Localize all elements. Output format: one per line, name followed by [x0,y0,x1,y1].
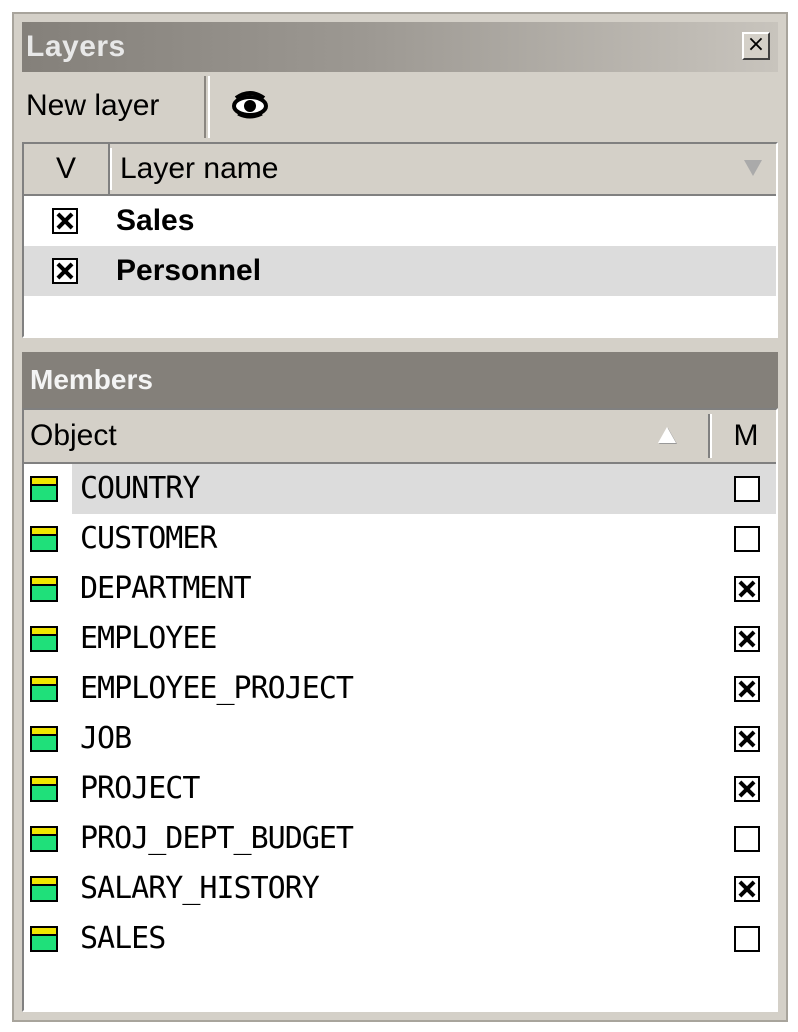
layers-title: Layers [26,30,126,63]
member-name: PROJ_DEPT_BUDGET [80,821,354,856]
member-name: CUSTOMER [80,521,217,556]
member-checkbox[interactable] [734,776,760,802]
close-button[interactable]: × [742,32,770,60]
member-checkbox[interactable] [734,476,760,502]
layer-visible-checkbox[interactable] [52,258,78,284]
table-icon [30,526,58,552]
member-checkbox[interactable] [734,676,760,702]
member-checkbox[interactable] [734,926,760,952]
table-icon [30,476,58,502]
member-name: EMPLOYEE [80,621,217,656]
table-icon [30,626,58,652]
member-name: SALES [80,921,166,956]
member-row[interactable]: SALES [24,914,776,964]
member-checkbox[interactable] [734,626,760,652]
member-checkbox[interactable] [734,726,760,752]
member-name: JOB [80,721,132,756]
member-row[interactable]: CUSTOMER [24,514,776,564]
column-header-layer-name[interactable]: Layer name [120,144,278,194]
sort-down-icon[interactable] [744,160,762,176]
members-header: Members [22,352,778,408]
layer-name: Sales [116,204,195,237]
table-icon [30,876,58,902]
table-icon [30,676,58,702]
table-icon [30,776,58,802]
member-row[interactable]: COUNTRY [24,464,776,514]
new-layer-button[interactable]: New layer [26,78,159,134]
layer-row[interactable]: Personnel [24,246,776,296]
member-name: EMPLOYEE_PROJECT [80,671,354,706]
member-grid-header: Object M [24,410,776,464]
table-icon [30,726,58,752]
member-checkbox[interactable] [734,826,760,852]
member-grid: Object M COUNTRY CUSTOMER DEPARTMENT EMP… [22,408,778,1012]
layer-visible-checkbox[interactable] [52,208,78,234]
member-name: DEPARTMENT [80,571,252,606]
member-row[interactable]: PROJ_DEPT_BUDGET [24,814,776,864]
column-header-member[interactable]: M [714,410,776,462]
member-name: COUNTRY [80,471,200,506]
table-icon [30,826,58,852]
member-name: SALARY_HISTORY [80,871,320,906]
layer-name: Personnel [116,254,262,287]
eye-icon [232,91,268,119]
close-icon: × [746,32,766,57]
member-row[interactable]: EMPLOYEE [24,614,776,664]
table-icon [30,926,58,952]
layer-row[interactable]: Sales [24,196,776,246]
column-header-object[interactable]: Object [30,410,117,462]
layers-title-bar: Layers × [22,22,778,72]
toolbar-separator [204,76,210,138]
member-checkbox[interactable] [734,526,760,552]
member-row[interactable]: JOB [24,714,776,764]
member-row[interactable]: SALARY_HISTORY [24,864,776,914]
table-icon [30,576,58,602]
column-separator[interactable] [708,414,712,458]
member-checkbox[interactable] [734,576,760,602]
column-header-visible[interactable]: V [24,144,112,194]
layers-window: Layers × New layer V Layer name Sales Pe… [12,12,788,1022]
visibility-button[interactable] [230,86,270,126]
layer-grid-header: V Layer name [24,144,776,196]
layers-toolbar: New layer [22,72,778,142]
member-row[interactable]: DEPARTMENT [24,564,776,614]
members-title: Members [30,364,153,395]
member-checkbox[interactable] [734,876,760,902]
layer-grid: V Layer name Sales Personnel [22,142,778,338]
member-row[interactable]: PROJECT [24,764,776,814]
member-row[interactable]: EMPLOYEE_PROJECT [24,664,776,714]
sort-up-icon[interactable] [658,427,676,443]
member-name: PROJECT [80,771,200,806]
